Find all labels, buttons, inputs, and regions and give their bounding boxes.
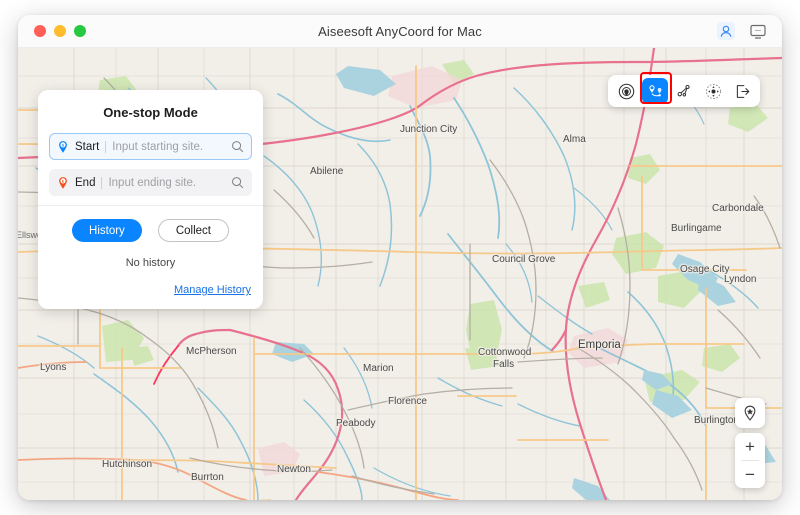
end-label: End [75, 176, 96, 189]
map-label: Burlingame [671, 223, 722, 234]
app-root: Aiseesoft AnyCoord for Mac Junction City… [0, 0, 800, 515]
search-icon[interactable] [231, 140, 244, 153]
field-divider [105, 140, 107, 153]
account-icon[interactable] [716, 21, 736, 41]
map-canvas[interactable]: Minneapolis Junction City Alma Abilene C… [18, 48, 782, 500]
end-pin-icon: E [59, 176, 67, 189]
minimize-button[interactable] [54, 25, 66, 37]
map-label: Florence [388, 396, 427, 407]
zoom-in-button[interactable]: + [735, 433, 765, 460]
map-label: Junction City [400, 124, 458, 135]
manage-history-row: Manage History [38, 280, 263, 298]
start-label: Start [75, 140, 100, 153]
panel-footer: History Collect No history Manage Histor… [38, 206, 263, 309]
modify-location-icon[interactable] [613, 78, 639, 104]
map-label: Abilene [310, 166, 344, 177]
start-input[interactable] [112, 140, 231, 153]
map-label: Marion [363, 363, 394, 374]
zoom-controls: + − [735, 433, 765, 488]
route-fields: S Start E [38, 133, 263, 196]
end-input[interactable] [108, 176, 231, 189]
history-button[interactable]: History [72, 219, 142, 242]
map-label: Lyndon [724, 274, 757, 285]
empty-state-text: No history [125, 257, 176, 269]
title-bar-actions [716, 21, 768, 41]
map-label: Cottonwood [478, 347, 532, 358]
one-stop-mode-icon[interactable] [642, 78, 668, 104]
title-bar: Aiseesoft AnyCoord for Mac [18, 15, 782, 48]
map-label: Burrton [191, 472, 224, 483]
map-label: Emporia [578, 339, 621, 351]
zoom-out-button[interactable]: − [735, 461, 765, 488]
locate-button[interactable] [735, 398, 765, 428]
end-field[interactable]: E End [49, 169, 252, 196]
map-label: Alma [563, 134, 586, 145]
joystick-mode-icon[interactable] [700, 78, 726, 104]
map-label: Lyons [40, 362, 67, 373]
map-label: Hutchinson [102, 459, 153, 470]
exit-icon[interactable] [729, 78, 755, 104]
search-icon[interactable] [231, 176, 244, 189]
collect-button[interactable]: Collect [157, 219, 229, 242]
map-mode-toolbar [608, 72, 760, 107]
map-label: Newton [277, 464, 311, 475]
map-label: Council Grove [492, 254, 556, 265]
panel-title: One-stop Mode [103, 105, 198, 120]
one-stop-panel: One-stop Mode S Start Input starting sit… [38, 90, 263, 309]
locate-icon [744, 405, 756, 421]
monitor-icon[interactable] [748, 21, 768, 41]
start-pin-icon: S [59, 140, 67, 153]
field-divider [101, 176, 103, 189]
panel-tabs: History Collect [38, 219, 263, 242]
map-label: Peabody [336, 418, 376, 429]
map-label: Burlington [694, 415, 740, 426]
window-controls [34, 25, 86, 37]
close-button[interactable] [34, 25, 46, 37]
start-field[interactable]: S Start [49, 133, 252, 160]
maximize-button[interactable] [74, 25, 86, 37]
app-window: Aiseesoft AnyCoord for Mac Junction City… [18, 15, 782, 500]
window-title: Aiseesoft AnyCoord for Mac [318, 23, 482, 39]
map-label: McPherson [186, 346, 237, 357]
map-label: Osage City [680, 264, 730, 275]
multi-stop-mode-icon[interactable] [671, 78, 697, 104]
manage-history-link[interactable]: Manage History [174, 284, 251, 296]
map-label: Carbondale [712, 203, 764, 214]
map-label: Falls [493, 359, 515, 370]
